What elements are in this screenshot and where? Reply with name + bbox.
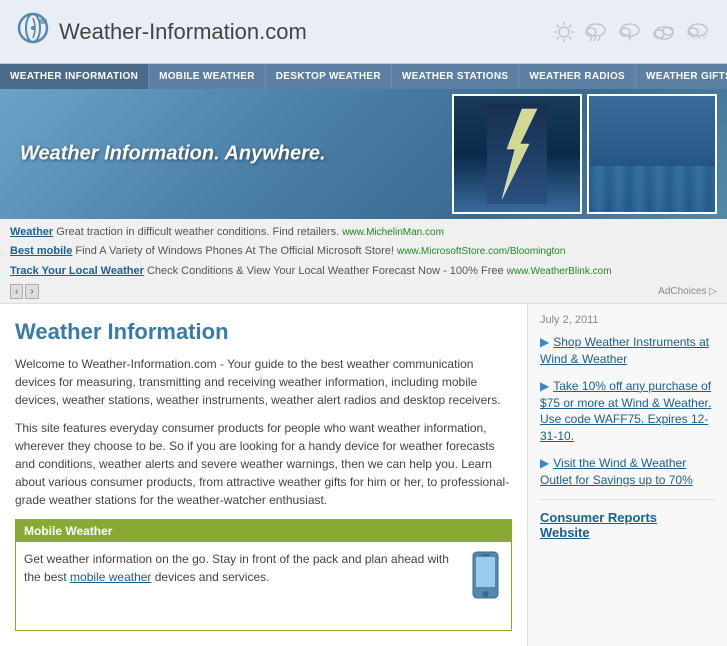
logo-icon [15, 10, 51, 53]
banner-thumb-lightning [452, 94, 582, 214]
ad-link-2[interactable]: Best mobile [10, 245, 72, 257]
mobile-weather-text: Get weather information on the go. Stay … [24, 550, 460, 586]
logo-area: Weather-Information.com [15, 10, 307, 53]
sidebar-link-3: ▶Visit the Wind & Weather Outlet for Sav… [540, 455, 715, 489]
date-label: July 2, 2011 [540, 314, 715, 326]
nav-item-5[interactable]: WEATHER GIFTS [636, 64, 727, 89]
content-left: Weather Information Welcome to Weather-I… [0, 304, 527, 646]
main-content: Weather Information Welcome to Weather-I… [0, 304, 727, 646]
nav-item-1[interactable]: MOBILE WEATHER [149, 64, 266, 89]
content-para-1: Welcome to Weather-Information.com - You… [15, 355, 512, 409]
nav-item-2[interactable]: DESKTOP WEATHER [266, 64, 392, 89]
ad-link-1[interactable]: Weather [10, 226, 53, 238]
cloud-icon [650, 20, 678, 44]
ad-url-3[interactable]: www.WeatherBlink.com [507, 266, 612, 277]
ad-row-3: Track Your Local Weather Check Condition… [10, 262, 717, 281]
bullet-1: ▶ [540, 335, 549, 349]
page-title: Weather Information [15, 319, 512, 345]
ad-row-2: Best mobile Find A Variety of Windows Ph… [10, 242, 717, 261]
ad-url-1[interactable]: www.MichelinMan.com [342, 227, 444, 238]
sidebar-link-text-2[interactable]: Take 10% off any purchase of $75 or more… [540, 379, 711, 443]
ad-link-3[interactable]: Track Your Local Weather [10, 265, 144, 277]
sidebar-divider [540, 499, 715, 500]
header: Weather-Information.com [0, 0, 727, 64]
nav-item-0[interactable]: WEATHER INFORMATION [0, 64, 149, 89]
rain-icon [582, 20, 610, 44]
sidebar-link-1: ▶Shop Weather Instruments at Wind & Weat… [540, 334, 715, 368]
ad-next-button[interactable]: › [25, 284, 38, 299]
svg-text:* * *: * * * [692, 35, 706, 44]
mobile-weather-link[interactable]: mobile weather [70, 570, 151, 584]
main-nav: WEATHER INFORMATIONMOBILE WEATHERDESKTOP… [0, 64, 727, 89]
bullet-2: ▶ [540, 379, 549, 393]
sidebar-link-2: ▶Take 10% off any purchase of $75 or mor… [540, 378, 715, 445]
mobile-weather-header: Mobile Weather [16, 520, 511, 542]
banner: Weather Information. Anywhere. [0, 89, 727, 219]
content-right: July 2, 2011 ▶Shop Weather Instruments a… [527, 304, 727, 646]
ad-row-1: Weather Great traction in difficult weat… [10, 223, 717, 242]
nav-item-4[interactable]: WEATHER RADIOS [519, 64, 636, 89]
storm-icon [616, 20, 644, 44]
site-title: Weather-Information.com [59, 19, 307, 45]
ad-url-2[interactable]: www.MicrosoftStore.com/Bloomington [397, 246, 565, 257]
ad-nav: ‹ › AdChoices ▷ [10, 284, 717, 299]
sidebar-link-text-1[interactable]: Shop Weather Instruments at Wind & Weath… [540, 335, 709, 366]
adchoices-label: AdChoices ▷ [658, 286, 717, 297]
banner-images [452, 94, 717, 214]
sidebar-link-text-3[interactable]: Visit the Wind & Weather Outlet for Savi… [540, 456, 693, 487]
nav-item-3[interactable]: WEATHER STATIONS [392, 64, 519, 89]
consumer-reports-link[interactable]: Consumer Reports [540, 510, 715, 525]
banner-tagline: Weather Information. Anywhere. [20, 143, 326, 166]
mobile-weather-box: Mobile Weather Get weather information o… [15, 519, 512, 631]
ads-strip: Weather Great traction in difficult weat… [0, 219, 727, 304]
ad-arrows: ‹ › [10, 284, 39, 299]
consumer-reports-website[interactable]: Website [540, 525, 590, 540]
content-para-2: This site features everyday consumer pro… [15, 419, 512, 509]
sun-icon [552, 20, 576, 44]
bullet-3: ▶ [540, 456, 549, 470]
weather-icons-header: * * * [552, 20, 712, 44]
consumer-reports-section: Consumer Reports Website [540, 510, 715, 540]
snow-icon: * * * [684, 20, 712, 44]
mobile-weather-body: Get weather information on the go. Stay … [16, 542, 511, 630]
phone-icon [468, 550, 503, 622]
ad-prev-button[interactable]: ‹ [10, 284, 23, 299]
banner-thumb-ocean [587, 94, 717, 214]
